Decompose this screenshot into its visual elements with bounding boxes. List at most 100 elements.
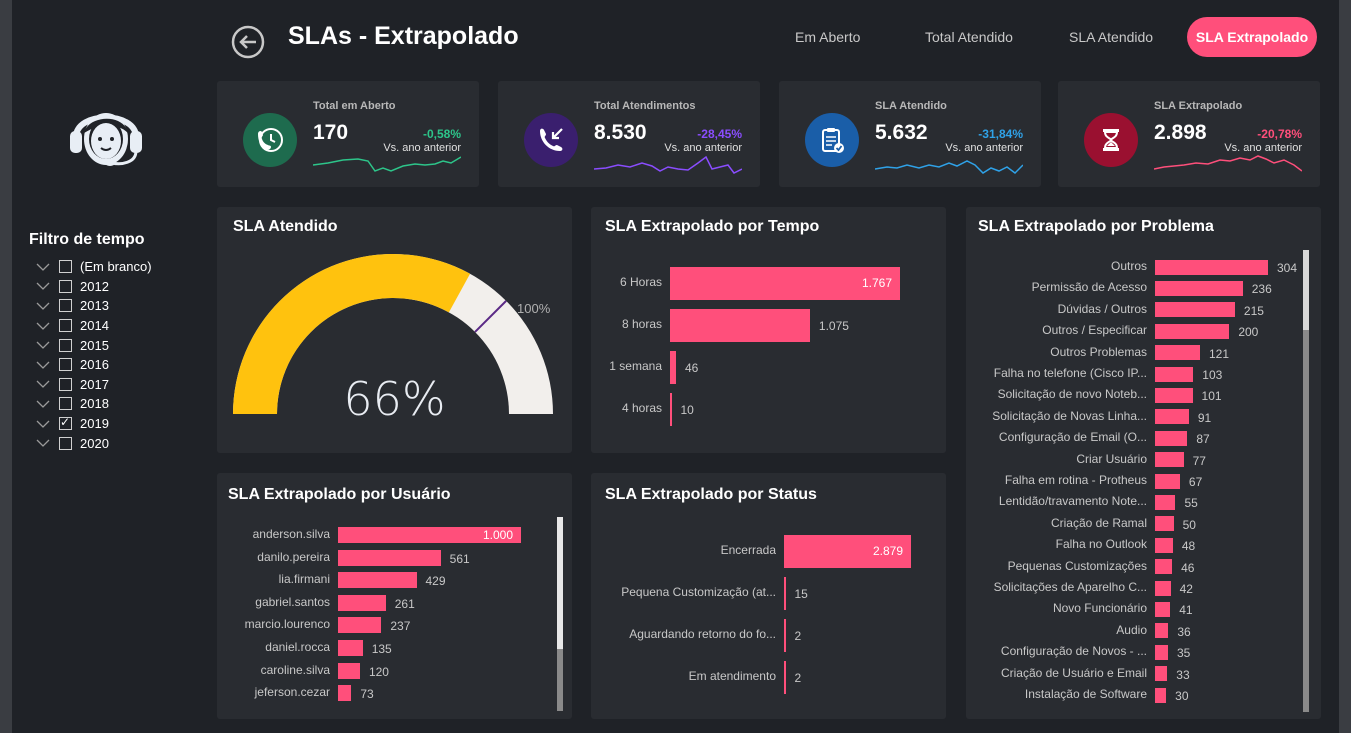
status-bar-value: 2 — [794, 629, 802, 643]
sidebar: Filtro de tempo (Em branco) 2012 2013 2014 2… — [12, 0, 200, 733]
problema-bar[interactable] — [1155, 366, 1194, 382]
filter-item[interactable]: 2017 — [36, 375, 152, 395]
problema-bar-value: 304 — [1277, 261, 1298, 275]
problema-bar[interactable] — [1155, 430, 1188, 446]
status-bar-label: Encerrada — [720, 543, 776, 557]
filter-checkbox[interactable] — [59, 319, 72, 333]
kpi-sparkline — [313, 156, 461, 172]
tempo-bar[interactable] — [670, 392, 672, 426]
problema-bar[interactable] — [1155, 687, 1167, 703]
problema-bar-value: 30 — [1175, 689, 1189, 703]
usuario-bar[interactable] — [338, 549, 441, 566]
usuario-bar[interactable] — [338, 572, 417, 589]
nav-total-atendido[interactable]: Total Atendido — [925, 29, 1013, 45]
kpi-sparkline — [594, 155, 742, 174]
problema-bar[interactable] — [1155, 516, 1174, 532]
problema-bar[interactable] — [1155, 302, 1235, 318]
filter-item[interactable]: 2019 — [36, 414, 152, 434]
problema-bar[interactable] — [1155, 644, 1168, 660]
chevron-down-icon[interactable] — [36, 301, 50, 311]
nav-em-aberto[interactable]: Em Aberto — [795, 29, 860, 45]
filter-checkbox[interactable] — [59, 338, 72, 352]
gauge-value-label: 66% — [343, 372, 446, 426]
problema-bar-label: Configuração de Email (O... — [998, 430, 1147, 445]
filter-label: 2013 — [80, 298, 109, 314]
usuario-bar[interactable] — [338, 685, 352, 702]
problema-bar[interactable] — [1155, 580, 1171, 596]
problema-bar[interactable] — [1155, 345, 1200, 361]
chevron-down-icon[interactable] — [36, 360, 50, 370]
chevron-down-icon[interactable] — [36, 262, 50, 272]
filter-item[interactable]: (Em branco) — [36, 257, 152, 277]
problema-bar[interactable] — [1155, 623, 1169, 639]
usuario-scroll-thumb[interactable] — [557, 517, 563, 649]
status-bar[interactable] — [784, 660, 786, 694]
problema-bar[interactable] — [1155, 259, 1268, 275]
chevron-down-icon[interactable] — [36, 419, 50, 429]
tempo-bar-label: 1 semana — [609, 359, 662, 373]
problema-bar[interactable] — [1155, 601, 1171, 617]
chevron-down-icon[interactable] — [36, 281, 50, 291]
problema-title: SLA Extrapolado por Problema — [978, 218, 1214, 235]
status-bar[interactable] — [784, 618, 786, 652]
status-bar-value: 2.879 — [872, 544, 903, 558]
filter-checkbox[interactable] — [59, 436, 72, 450]
problema-bar-value: 67 — [1188, 475, 1203, 489]
filter-checkbox[interactable] — [59, 415, 72, 431]
chevron-down-icon[interactable] — [36, 340, 50, 350]
problema-bar[interactable] — [1155, 666, 1168, 682]
filter-label: 2016 — [80, 357, 109, 373]
usuario-bar[interactable] — [338, 594, 386, 611]
problema-bar[interactable] — [1155, 409, 1189, 425]
filter-label: 2017 — [80, 376, 109, 392]
problema-bar-value: 87 — [1196, 432, 1210, 447]
filter-item[interactable]: 2015 — [36, 335, 152, 355]
filter-item[interactable]: 2013 — [36, 296, 152, 316]
problema-bar[interactable] — [1155, 452, 1184, 468]
phone-incoming-icon — [524, 113, 578, 167]
problema-bar[interactable] — [1155, 559, 1173, 575]
usuario-bar-label: anderson.silva — [252, 527, 330, 541]
back-button[interactable] — [231, 25, 265, 59]
usuario-bar[interactable] — [338, 617, 382, 634]
nav-sla-atendido[interactable]: SLA Atendido — [1069, 29, 1153, 45]
problema-bar[interactable] — [1155, 280, 1243, 296]
filter-checkbox[interactable] — [59, 260, 72, 274]
chevron-down-icon[interactable] — [36, 379, 50, 389]
tempo-card: SLA Extrapolado por Tempo 6 Horas 1.767 8 … — [591, 207, 946, 453]
filter-checkbox[interactable] — [59, 397, 72, 411]
gauge-target-label: 100% — [517, 301, 551, 316]
tempo-bar[interactable] — [670, 350, 676, 384]
usuario-bar[interactable] — [338, 662, 360, 679]
problema-bar[interactable] — [1155, 537, 1173, 553]
filter-item[interactable]: 2012 — [36, 277, 152, 297]
filter-checkbox[interactable] — [59, 299, 72, 313]
problema-scroll-thumb[interactable] — [1303, 250, 1309, 330]
chevron-down-icon[interactable] — [36, 438, 50, 448]
problema-bar-value: 55 — [1184, 496, 1198, 511]
problema-bar-label: Criar Usuário — [1076, 451, 1147, 466]
filter-checkbox[interactable] — [59, 377, 72, 391]
gauge-card: SLA Atendido 66% 100% — [217, 207, 572, 453]
usuario-bar[interactable] — [338, 640, 363, 656]
problema-bar[interactable] — [1155, 387, 1193, 403]
kpi-label: Total Atendimentos — [594, 100, 696, 112]
filter-item[interactable]: 2018 — [36, 394, 152, 414]
chevron-down-icon[interactable] — [36, 399, 50, 409]
problema-bar[interactable] — [1155, 494, 1176, 510]
year-filter-list: (Em branco) 2012 2013 2014 2015 2016 2017 2018 2… — [36, 257, 152, 453]
filter-item[interactable]: 2016 — [36, 355, 152, 375]
nav-sla-extrapolado[interactable]: SLA Extrapolado — [1187, 17, 1317, 57]
filter-item[interactable]: 2014 — [36, 316, 152, 336]
status-bar[interactable] — [784, 576, 786, 610]
problema-bar-label: Criação de Ramal — [1050, 515, 1147, 530]
problema-bar[interactable] — [1155, 473, 1180, 489]
filter-checkbox[interactable] — [59, 279, 72, 293]
filter-item[interactable]: 2020 — [36, 433, 152, 453]
problema-bar[interactable] — [1155, 323, 1230, 339]
page-title: SLAs - Extrapolado — [288, 22, 519, 50]
tempo-bar[interactable] — [670, 308, 810, 342]
kpi-card: SLA Atendido 5.632 -31,84% Vs. ano anterior — [779, 81, 1041, 187]
chevron-down-icon[interactable] — [36, 321, 50, 331]
filter-checkbox[interactable] — [59, 358, 72, 372]
